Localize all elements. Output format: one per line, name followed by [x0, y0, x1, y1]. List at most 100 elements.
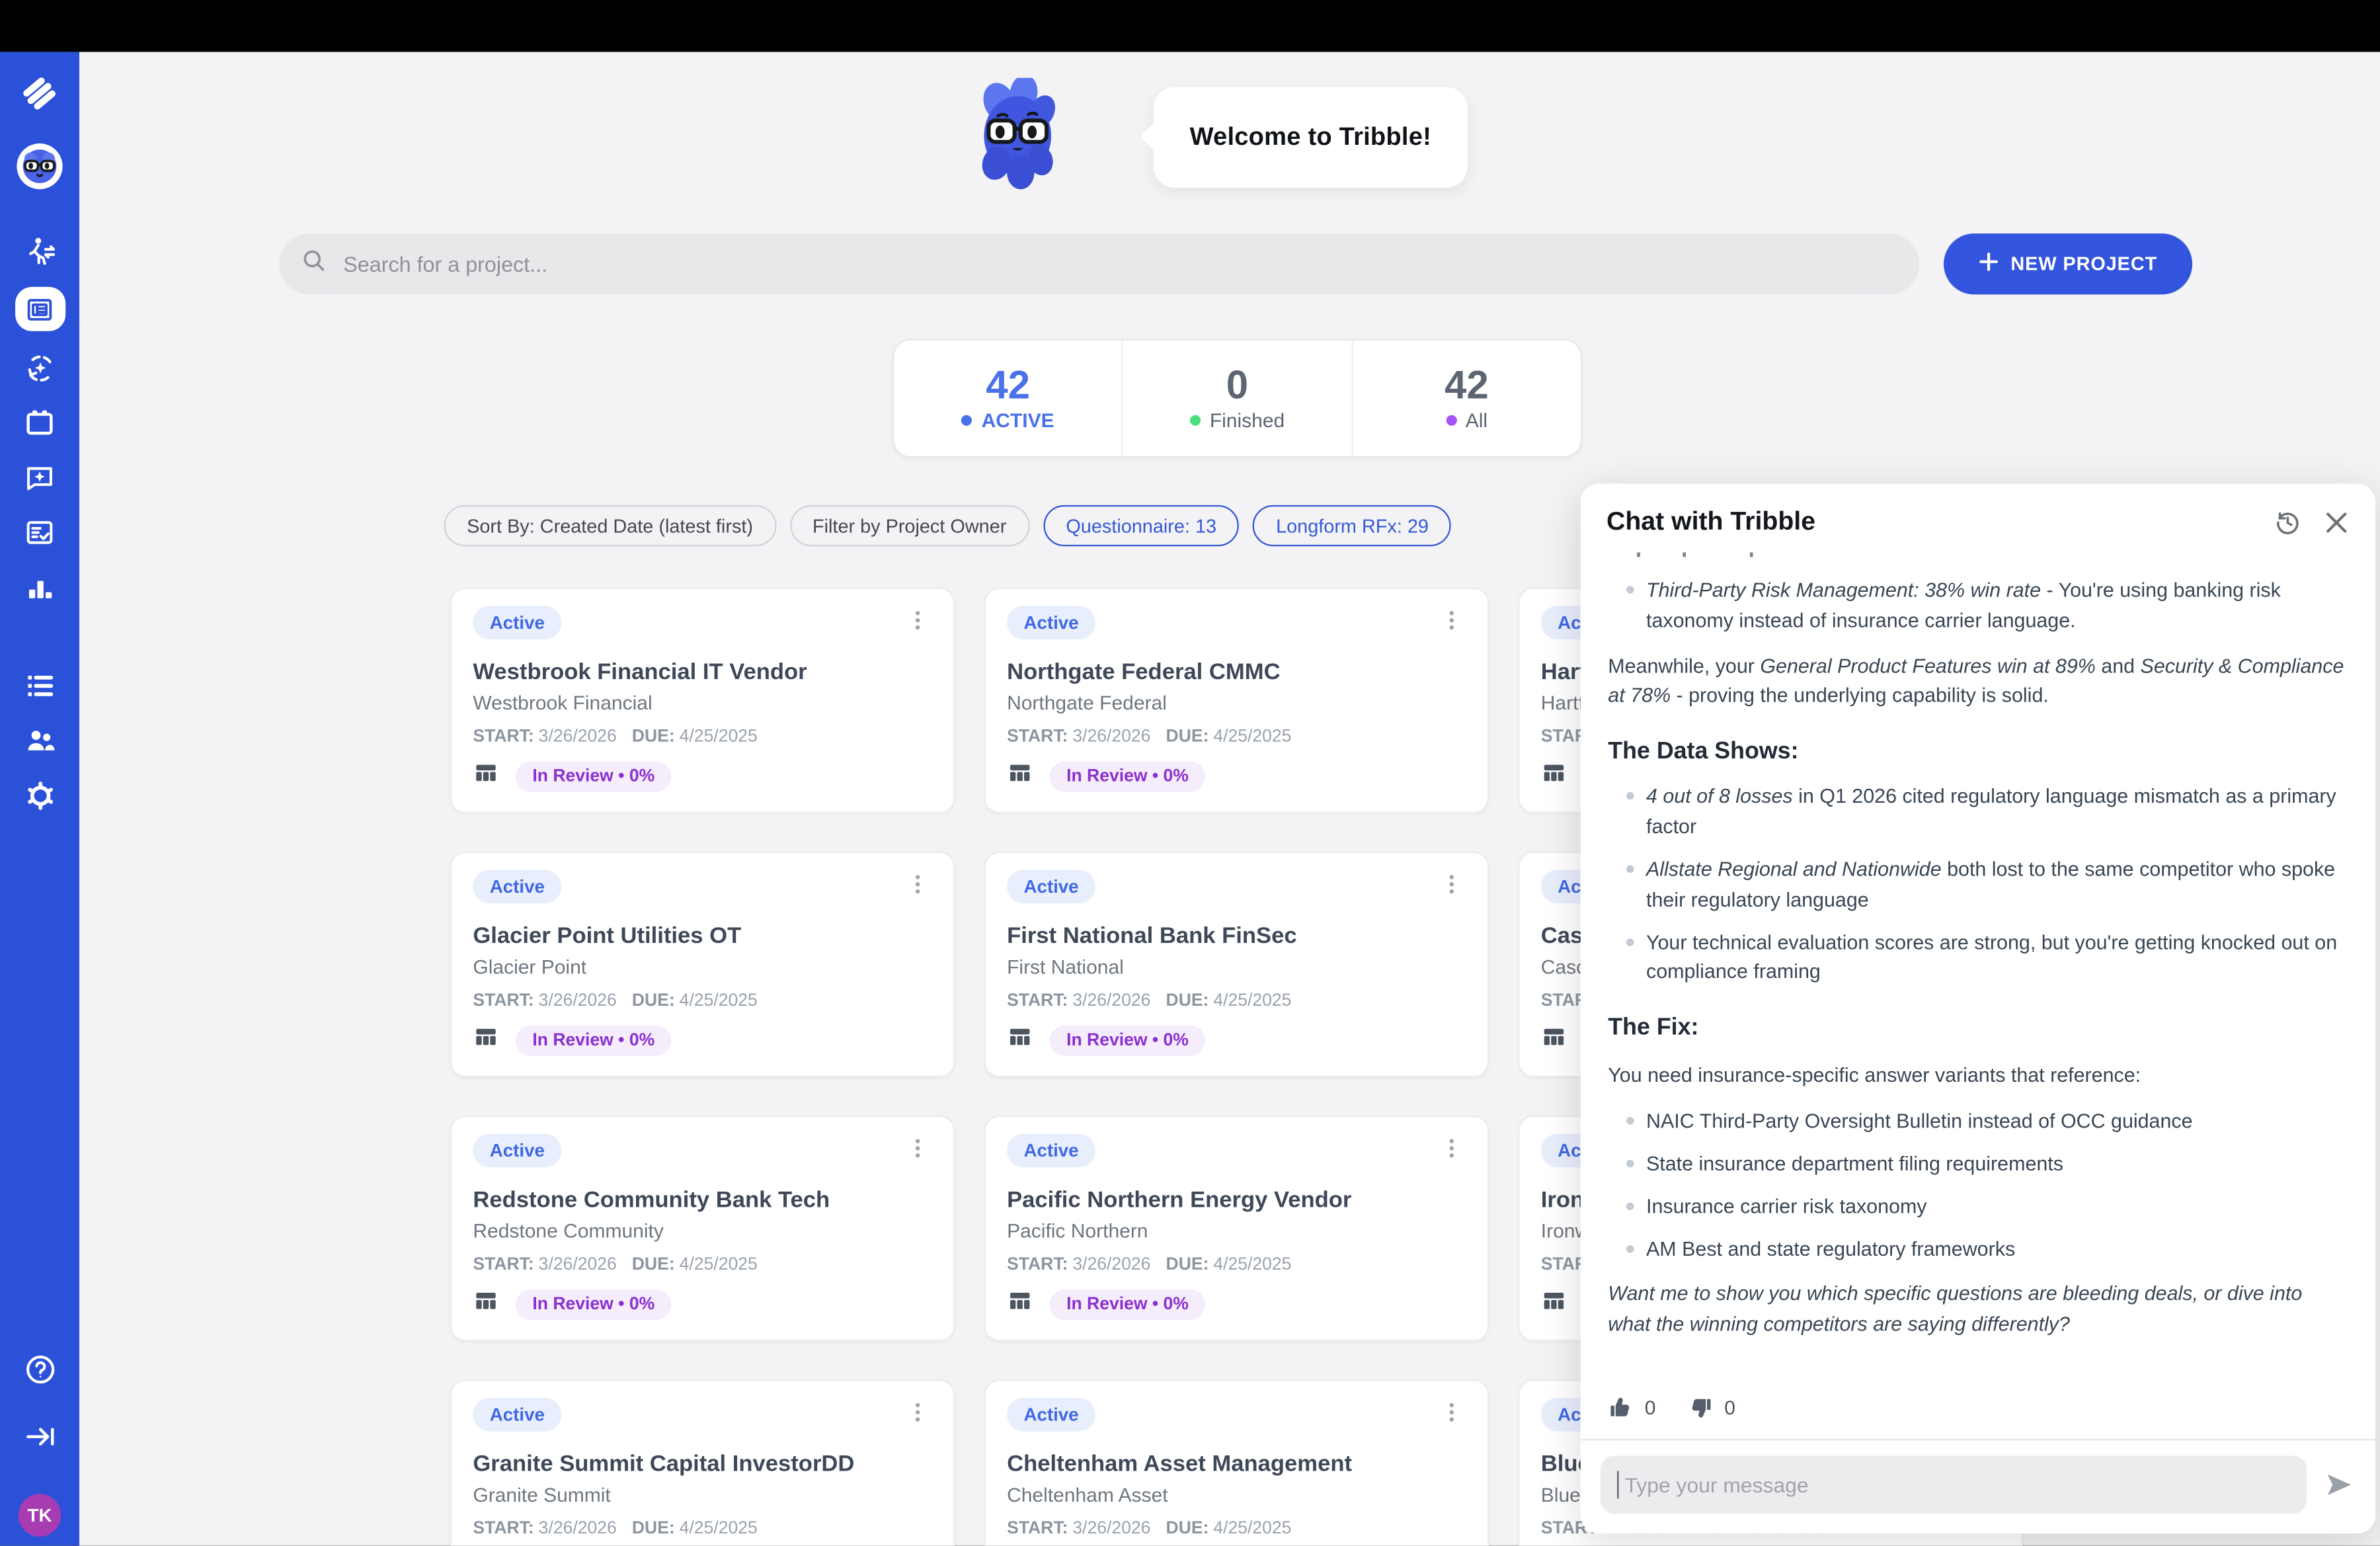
- sort-chip[interactable]: Sort By: Created Date (latest first): [444, 505, 776, 546]
- status-badge: Active: [1007, 1134, 1095, 1168]
- calendar-icon[interactable]: [21, 405, 58, 441]
- project-card[interactable]: Active Northgate Federal CMMC Northgate …: [984, 587, 1489, 813]
- status-badge: Active: [473, 1134, 561, 1168]
- progress-badge: In Review • 0%: [516, 1289, 672, 1320]
- project-dates: START:3/26/2026DUE:4/25/2025: [473, 1256, 932, 1274]
- likes-count: 0: [1645, 1397, 1656, 1420]
- project-dates: START:3/26/2026DUE:4/25/2025: [473, 1520, 932, 1538]
- project-dates: START:3/26/2026DUE:4/25/2025: [1007, 1520, 1466, 1538]
- welcome-bubble: Welcome to Tribble!: [1154, 87, 1468, 188]
- thumbs-up-icon[interactable]: [1608, 1395, 1634, 1420]
- owner-filter-chip[interactable]: Filter by Project Owner: [789, 505, 1029, 546]
- table-icon: [1007, 1024, 1033, 1057]
- dislikes-count: 0: [1724, 1397, 1735, 1420]
- kebab-menu-icon[interactable]: [903, 1398, 932, 1434]
- handoff-icon[interactable]: [21, 233, 58, 270]
- chat-paragraph: Meanwhile, your General Product Features…: [1608, 651, 2348, 711]
- longform-chip[interactable]: Longform RFx: 29: [1253, 505, 1451, 546]
- kebab-menu-icon[interactable]: [1437, 606, 1466, 642]
- sync-icon[interactable]: [21, 349, 58, 386]
- project-card[interactable]: Active Glacier Point Utilities OT Glacie…: [450, 852, 955, 1078]
- tasks-checklist-icon[interactable]: [21, 514, 58, 551]
- table-icon: [1007, 760, 1033, 793]
- kebab-menu-icon[interactable]: [903, 606, 932, 642]
- chat-paragraph: You need insurance-specific answer varia…: [1608, 1061, 2348, 1092]
- project-search[interactable]: [279, 233, 1919, 294]
- table-icon: [1541, 1288, 1567, 1322]
- table-icon: [473, 1288, 498, 1322]
- project-title: Redstone Community Bank Tech: [473, 1187, 932, 1213]
- tribble-mascot-image: [978, 78, 1057, 191]
- kebab-menu-icon[interactable]: [903, 1134, 932, 1170]
- screen: TK Welcome to Tribble!: [0, 0, 2380, 1546]
- project-company: Westbrook Financial: [473, 692, 932, 715]
- project-company: Granite Summit: [473, 1484, 932, 1507]
- chat-bullet: 4 out of 8 losses in Q1 2026 cited regul…: [1626, 782, 2348, 842]
- project-title: Northgate Federal CMMC: [1007, 659, 1466, 686]
- progress-badge: In Review • 0%: [516, 762, 672, 792]
- chat-input-box[interactable]: [1601, 1456, 2307, 1514]
- kebab-menu-icon[interactable]: [1437, 1134, 1466, 1170]
- chat-sparkle-icon[interactable]: [21, 460, 58, 496]
- help-icon[interactable]: [21, 1350, 58, 1387]
- project-title: Westbrook Financial IT Vendor: [473, 659, 932, 686]
- all-dot: [1446, 415, 1456, 426]
- table-icon: [1541, 1024, 1567, 1057]
- chat-header: Chat with Tribble: [1581, 484, 2375, 549]
- close-icon[interactable]: [2324, 509, 2350, 535]
- project-card[interactable]: Active Redstone Community Bank Tech Reds…: [450, 1116, 955, 1342]
- search-input[interactable]: [340, 250, 1898, 278]
- stat-all[interactable]: 42 All: [1351, 341, 1581, 456]
- project-card[interactable]: Active Westbrook Financial IT Vendor Wes…: [450, 587, 955, 813]
- kebab-menu-icon[interactable]: [1437, 870, 1466, 906]
- project-card[interactable]: Active Cheltenham Asset Management Chelt…: [984, 1379, 1489, 1546]
- new-project-button[interactable]: NEW PROJECT: [1944, 233, 2192, 294]
- project-card[interactable]: Active Pacific Northern Energy Vendor Pa…: [984, 1116, 1489, 1342]
- chat-title: Chat with Tribble: [1606, 507, 2252, 537]
- chat-message-input[interactable]: [1622, 1472, 2290, 1498]
- progress-badge: In Review • 0%: [1050, 1026, 1206, 1056]
- stat-finished-label: Finished: [1210, 409, 1285, 432]
- project-card[interactable]: Active First National Bank FinSec First …: [984, 852, 1489, 1078]
- stat-finished[interactable]: 0 Finished: [1122, 341, 1351, 456]
- chat-closing-question: Want me to show you which specific quest…: [1608, 1280, 2348, 1340]
- stat-active-label: ACTIVE: [982, 409, 1054, 432]
- status-badge: Active: [473, 870, 561, 903]
- chat-bullet: State insurance department filing requir…: [1626, 1149, 2348, 1180]
- chat-message: Third-Party Risk Management: 38% win rat…: [1581, 549, 2375, 1389]
- sidebar-item-projects-active[interactable]: [15, 287, 65, 331]
- project-title: Granite Summit Capital InvestorDD: [473, 1451, 932, 1478]
- kebab-menu-icon[interactable]: [1437, 1398, 1466, 1434]
- stat-active[interactable]: 42 ACTIVE: [894, 341, 1122, 456]
- history-icon[interactable]: [2273, 507, 2302, 536]
- list-icon[interactable]: [21, 667, 58, 703]
- progress-badge: In Review • 0%: [516, 1026, 672, 1056]
- status-badge: Active: [473, 606, 561, 639]
- stat-finished-value: 0: [1226, 365, 1248, 405]
- project-company: Redstone Community: [473, 1219, 932, 1242]
- project-company: Cheltenham Asset: [1007, 1484, 1466, 1507]
- stat-all-label: All: [1466, 409, 1488, 432]
- settings-gear-icon[interactable]: [21, 777, 58, 813]
- search-icon: [301, 247, 327, 281]
- questionnaire-chip[interactable]: Questionnaire: 13: [1043, 505, 1240, 546]
- user-avatar[interactable]: TK: [19, 1494, 61, 1537]
- chat-heading-fix: The Fix:: [1608, 1010, 2348, 1046]
- table-icon: [473, 760, 498, 793]
- tribble-mascot-avatar[interactable]: [17, 143, 62, 189]
- project-company: Glacier Point: [473, 956, 932, 979]
- project-dates: START:3/26/2026DUE:4/25/2025: [473, 992, 932, 1010]
- exit-logout-icon[interactable]: [21, 1418, 58, 1454]
- tribble-dashboard: TK Welcome to Tribble!: [0, 0, 2380, 1546]
- chat-feedback-row: 0 0: [1581, 1389, 2375, 1439]
- active-dot: [962, 415, 972, 426]
- team-icon[interactable]: [21, 722, 58, 758]
- thumbs-down-icon[interactable]: [1688, 1395, 1714, 1420]
- kebab-menu-icon[interactable]: [903, 870, 932, 906]
- analytics-bars-icon[interactable]: [21, 569, 58, 606]
- project-card[interactable]: Active Granite Summit Capital InvestorDD…: [450, 1379, 955, 1546]
- project-title: Pacific Northern Energy Vendor: [1007, 1187, 1466, 1213]
- chat-heading-data-shows: The Data Shows:: [1608, 734, 2348, 770]
- text-cursor: [1617, 1471, 1618, 1499]
- send-icon[interactable]: [2322, 1468, 2356, 1502]
